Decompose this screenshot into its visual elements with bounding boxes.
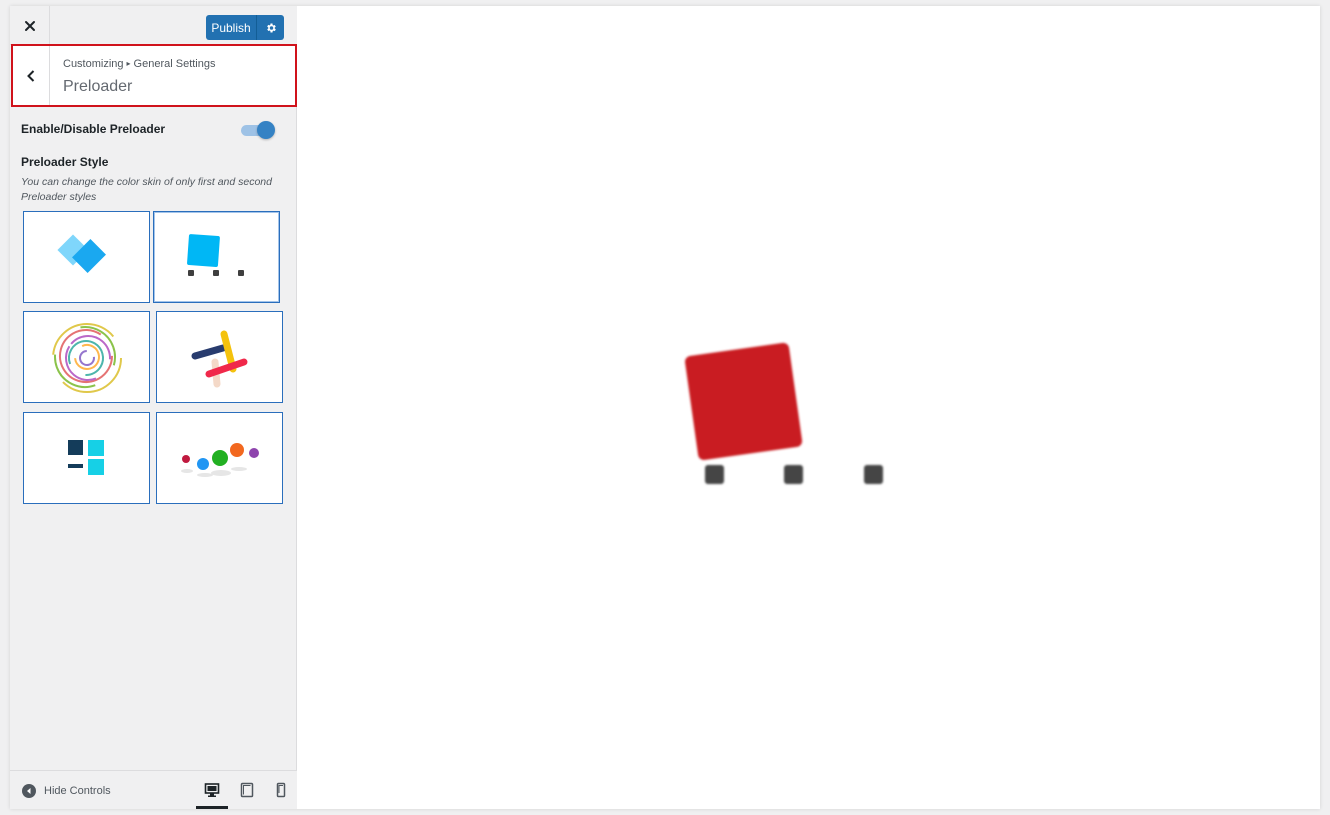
- chevron-left-icon: [27, 69, 35, 82]
- preloader-style-6[interactable]: [156, 412, 283, 504]
- preloader-animation: [685, 342, 883, 484]
- square-dots-icon: [187, 234, 244, 276]
- close-button[interactable]: [10, 6, 50, 45]
- tablet-icon: [240, 782, 254, 798]
- section-title: Preloader: [63, 78, 133, 95]
- blocks-icon: [68, 440, 104, 475]
- preloader-style-4[interactable]: [156, 311, 283, 403]
- publish-settings-button[interactable]: [256, 15, 284, 40]
- customizer-sidebar: Publish Customizing ▸ General Settings Pre…: [10, 6, 297, 809]
- collapse-arrow-icon: [22, 784, 36, 798]
- enable-preloader-label: Enable/Disable Preloader: [21, 122, 166, 136]
- preloader-style-1[interactable]: [23, 211, 150, 303]
- spiral-icon: [52, 323, 122, 393]
- preloader-style-5[interactable]: [23, 412, 150, 504]
- breadcrumb: Customizing ▸ General Settings: [63, 58, 215, 70]
- preloader-dot-1: [705, 465, 724, 484]
- preview-desktop-button[interactable]: [196, 779, 228, 809]
- breadcrumb-root: Customizing: [63, 58, 124, 70]
- publish-group: Publish: [206, 15, 284, 40]
- hide-controls-label: Hide Controls: [44, 785, 111, 797]
- breadcrumb-parent: General Settings: [133, 58, 216, 70]
- colored-dots-icon: [181, 443, 259, 477]
- customizer-footer: Hide Controls: [10, 770, 297, 809]
- publish-button[interactable]: Publish: [206, 15, 256, 40]
- gear-icon: [266, 23, 276, 32]
- diamond-heart-icon: [57, 234, 106, 273]
- preloader-style-description: You can change the color skin of only fi…: [21, 176, 272, 203]
- site-preview[interactable]: [298, 6, 1320, 809]
- mobile-icon: [276, 782, 286, 798]
- preloader-style-2[interactable]: [153, 211, 280, 303]
- crossed-bars-icon: [191, 330, 248, 388]
- preview-mobile-button[interactable]: [265, 779, 297, 809]
- toggle-knob: [257, 121, 275, 139]
- preloader-style-3[interactable]: [23, 311, 150, 403]
- close-icon: [24, 20, 35, 31]
- customizer-window: Publish Customizing ▸ General Settings Pre…: [10, 6, 1320, 809]
- preloader-dot-3: [864, 465, 883, 484]
- back-button[interactable]: [13, 46, 50, 105]
- enable-preloader-toggle[interactable]: [240, 121, 276, 139]
- breadcrumb-separator: ▸: [126, 59, 131, 68]
- desktop-icon: [204, 783, 220, 797]
- section-header: Customizing ▸ General Settings Preloader: [11, 44, 297, 107]
- preloader-dot-2: [784, 465, 803, 484]
- hide-controls-button[interactable]: Hide Controls: [22, 782, 111, 800]
- preloader-square: [685, 342, 803, 460]
- preview-tablet-button[interactable]: [231, 779, 263, 809]
- preloader-style-label: Preloader Style: [21, 155, 109, 169]
- customizer-header: Publish: [10, 6, 297, 45]
